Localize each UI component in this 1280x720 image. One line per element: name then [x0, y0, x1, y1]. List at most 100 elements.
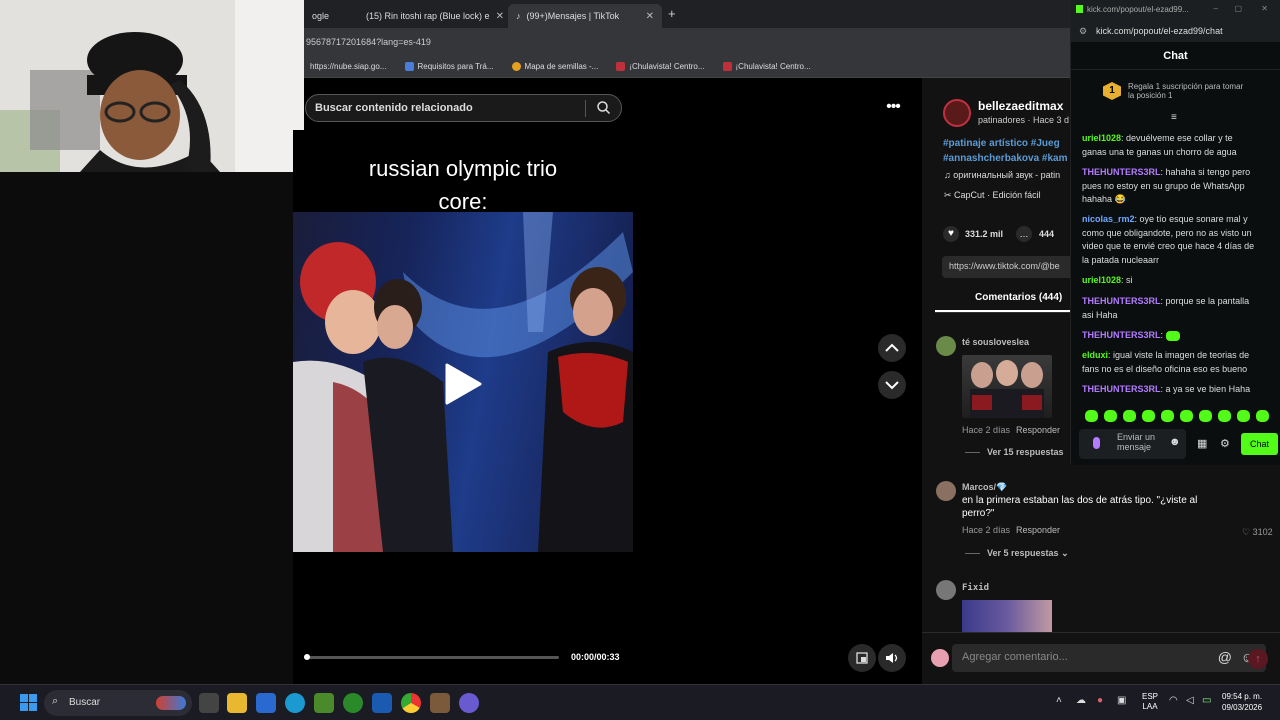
close-icon[interactable]: ✕ [1261, 4, 1268, 13]
clock[interactable]: 09:54 p. m. 09/03/2026 [1222, 691, 1262, 713]
more-options-button[interactable]: ••• [879, 93, 907, 121]
emote-icon[interactable] [1161, 410, 1174, 422]
microphone-icon[interactable]: ● [1097, 695, 1103, 706]
tab-comments[interactable]: Comentarios (444) [975, 292, 1062, 303]
gift-sub-promo[interactable]: Regala 1 suscripción para tomar la posic… [1128, 82, 1243, 100]
store-icon[interactable]: ▦ [1197, 437, 1207, 450]
chat-input[interactable]: Enviar un mensaje ☻ [1079, 429, 1186, 459]
chrome-icon[interactable] [401, 693, 421, 713]
emote-icon[interactable] [1180, 410, 1193, 422]
heart-icon[interactable]: ♥ [943, 226, 959, 242]
filter-icon[interactable]: ≡ [1171, 112, 1177, 123]
post-hashtags[interactable]: #patinaje artístico #Jueg [943, 138, 1060, 149]
chat-send-button[interactable]: Chat [1241, 433, 1278, 455]
progress-handle[interactable] [304, 654, 310, 660]
comment-image[interactable] [962, 600, 1052, 632]
search-input[interactable]: Buscar contenido relacionado [305, 94, 622, 122]
plus-icon[interactable]: + [668, 6, 676, 21]
close-icon[interactable]: ✕ [496, 11, 504, 22]
chat-username[interactable]: THEHUNTERS3RL [1082, 167, 1161, 177]
post-capcut[interactable]: ✂ CapCut · Edición fácil [944, 190, 1041, 201]
emote-icon[interactable] [1199, 410, 1212, 422]
view-replies-button[interactable]: Ver 5 respuestas ⌄ [987, 548, 1069, 559]
minimize-icon[interactable]: – [1214, 4, 1218, 13]
pip-button[interactable] [848, 644, 876, 672]
avatar[interactable] [936, 481, 956, 501]
emote-icon[interactable] [1237, 410, 1250, 422]
chat-username[interactable]: nicolas_rm2 [1082, 214, 1135, 224]
post-link-field[interactable]: https://www.tiktok.com/@be [942, 256, 1074, 278]
site-info-icon[interactable]: ⚙ [1079, 26, 1087, 37]
emoji-icon[interactable]: ☻ [1169, 437, 1181, 448]
browser-tab-active[interactable]: ♪ (99+)Mensajes | TikTok ✕ [508, 4, 662, 28]
previous-video-button[interactable] [878, 334, 906, 362]
reply-button[interactable]: Responder [1016, 525, 1060, 535]
bookmark[interactable]: https://nube.siap.go... [310, 62, 387, 71]
emote-icon[interactable] [1142, 410, 1155, 422]
emote-icon[interactable] [1256, 410, 1269, 422]
wifi-icon[interactable]: ◠ [1169, 695, 1178, 706]
file-explorer-icon[interactable] [227, 693, 247, 713]
bookmark[interactable]: ¡Chulavista! Centro... [722, 62, 811, 71]
emote-icon[interactable] [1123, 410, 1136, 422]
task-view-icon[interactable] [199, 693, 219, 713]
maximize-icon[interactable]: ▢ [1234, 4, 1242, 13]
reply-button[interactable]: Responder [1016, 425, 1060, 435]
send-button[interactable]: ↑ [1248, 649, 1268, 669]
chevron-up-icon[interactable]: ˄ [1056, 695, 1062, 706]
video-progress-bar[interactable] [304, 654, 559, 660]
tray-icon[interactable]: ▣ [1117, 695, 1126, 706]
comment-username[interactable]: Marcos/💎 [962, 482, 1007, 493]
post-username[interactable]: bellezaeditmax [978, 99, 1063, 113]
avatar[interactable] [936, 580, 956, 600]
minecraft-icon[interactable] [314, 693, 334, 713]
play-icon[interactable] [443, 362, 483, 406]
mention-icon[interactable]: @ [1218, 649, 1232, 665]
chat-username[interactable]: THEHUNTERS3RL [1082, 296, 1161, 306]
chat-username[interactable]: THEHUNTERS3RL [1082, 384, 1161, 394]
volume-icon[interactable]: ◁ [1186, 695, 1194, 706]
emote-icon[interactable] [1104, 410, 1117, 422]
volume-button[interactable] [878, 644, 906, 672]
comment-like[interactable]: ♡ 3102 [1242, 527, 1273, 538]
address-bar[interactable]: 95678717201684?lang=es-419 [304, 28, 1070, 56]
app-icon[interactable] [430, 693, 450, 713]
chat-username[interactable]: THEHUNTERS3RL [1082, 330, 1161, 340]
microphone-icon[interactable] [1093, 437, 1100, 449]
post-sound[interactable]: ♫ оригинальный звук - patin [944, 170, 1060, 180]
avatar[interactable] [943, 99, 971, 127]
next-video-button[interactable] [878, 371, 906, 399]
gear-icon[interactable]: ⚙ [1220, 437, 1230, 450]
close-icon[interactable]: ✕ [646, 11, 654, 22]
comment-username[interactable]: Fixid [962, 583, 989, 593]
app-icon[interactable] [372, 693, 392, 713]
cloud-icon[interactable]: ☁ [1076, 695, 1086, 706]
comment-username[interactable]: té sousloveslea [962, 337, 1029, 347]
xbox-icon[interactable] [343, 693, 363, 713]
bookmark[interactable]: Requisitos para Trá... [404, 62, 494, 71]
emote-icon[interactable] [1218, 410, 1231, 422]
view-replies-button[interactable]: Ver 15 respuestas [987, 447, 1064, 457]
video-player[interactable]: russian olympic trio core: 00:00/00:33 [293, 130, 633, 684]
chat-username[interactable]: uriel1028 [1082, 275, 1121, 285]
store-icon[interactable] [256, 693, 276, 713]
windows-start-icon[interactable] [20, 694, 37, 711]
comment-input[interactable]: Agregar comentario... @ ☺ [952, 644, 1266, 672]
bookmark[interactable]: ¡Chulavista! Centro... [616, 62, 705, 71]
browser-tab[interactable]: ogle [304, 4, 348, 28]
browser-tab[interactable]: (15) Rin itoshi rap (Blue lock) e ✕ [352, 4, 504, 28]
emote-icon[interactable] [1085, 410, 1098, 422]
edge-icon[interactable] [285, 693, 305, 713]
avatar[interactable] [936, 336, 956, 356]
kick-address-bar[interactable]: ⚙ kick.com/popout/el-ezad99/chat [1071, 22, 1280, 42]
taskbar-search[interactable]: ⌕ Buscar [44, 690, 192, 716]
comment-icon[interactable]: … [1016, 226, 1032, 242]
language-indicator[interactable]: ESP LAA [1142, 692, 1158, 712]
battery-icon[interactable]: ▭ [1202, 695, 1211, 706]
bookmark[interactable]: Mapa de semillas -... [511, 62, 598, 71]
chat-username[interactable]: elduxi [1082, 350, 1108, 360]
comment-image[interactable] [962, 355, 1052, 418]
discord-icon[interactable] [459, 693, 479, 713]
post-hashtags[interactable]: #annashcherbakova #kam [943, 153, 1068, 164]
chat-username[interactable]: uriel1028 [1082, 133, 1121, 143]
